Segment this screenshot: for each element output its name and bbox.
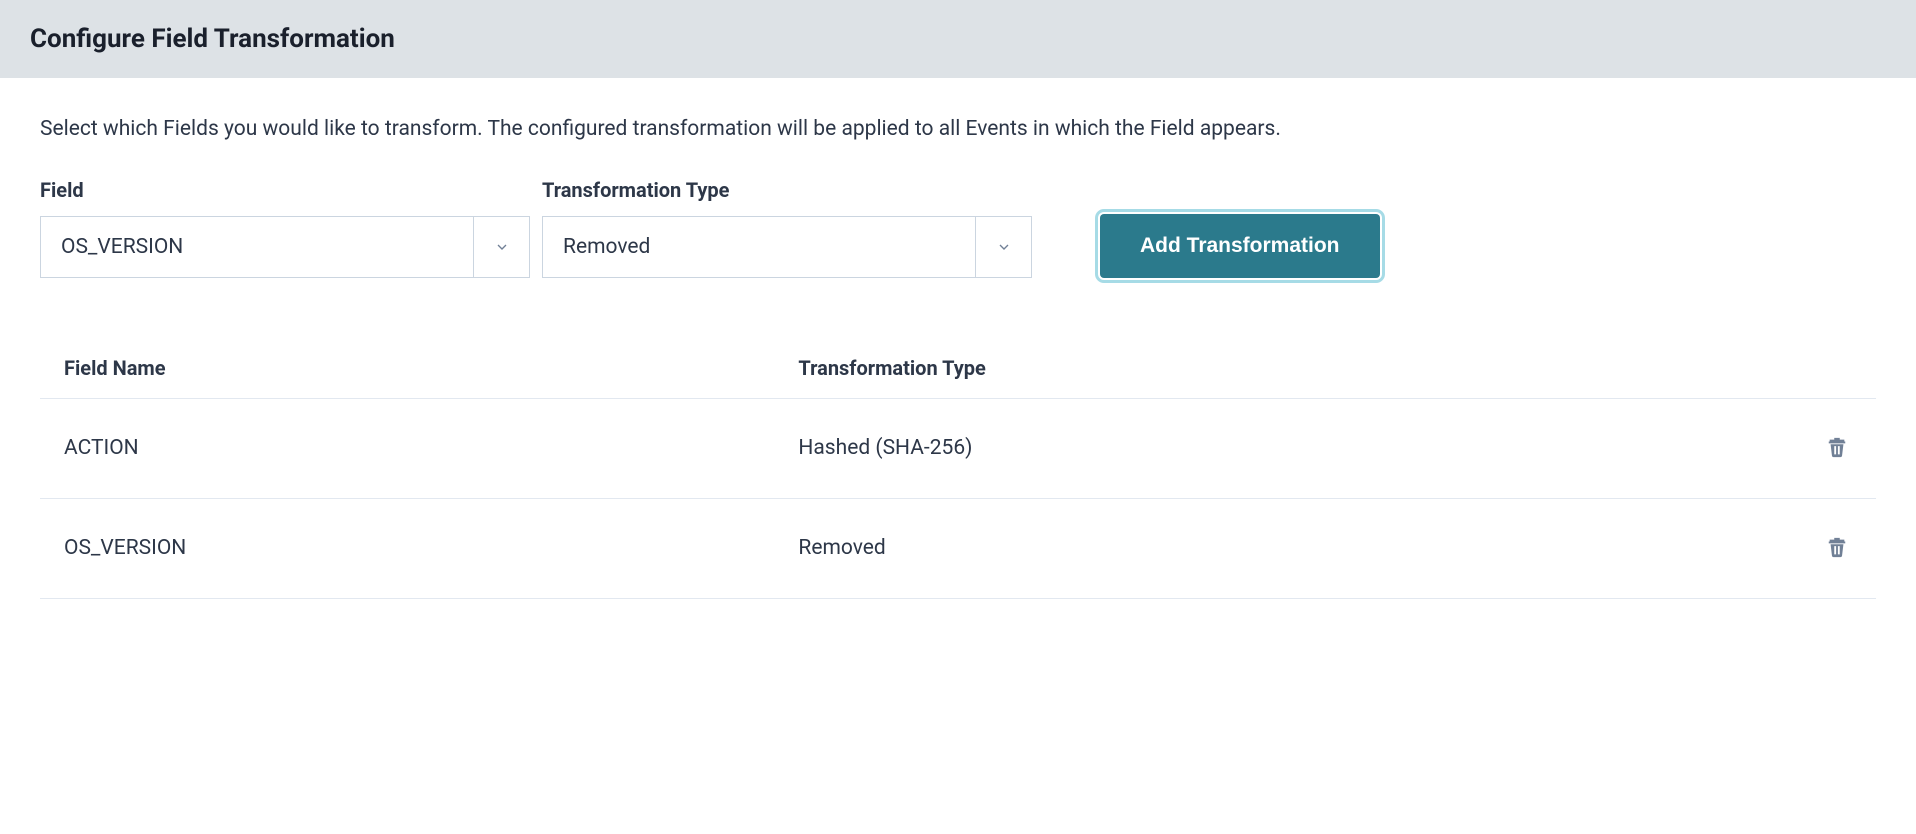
type-select-arrow bbox=[975, 217, 1031, 277]
trash-icon bbox=[1826, 435, 1848, 459]
content-area: Select which Fields you would like to tr… bbox=[0, 78, 1916, 635]
table-row: OS_VERSION Removed bbox=[40, 498, 1876, 598]
table-header-field-name: Field Name bbox=[40, 338, 774, 399]
cell-field-name: ACTION bbox=[40, 398, 774, 498]
cell-transformation-type: Removed bbox=[774, 498, 1692, 598]
description-text: Select which Fields you would like to tr… bbox=[40, 114, 1876, 146]
type-label: Transformation Type bbox=[542, 178, 1032, 202]
type-group: Transformation Type Removed bbox=[542, 178, 1032, 278]
cell-field-name: OS_VERSION bbox=[40, 498, 774, 598]
form-row: Field OS_VERSION Transformation Type Rem… bbox=[40, 178, 1876, 278]
delete-row-button[interactable] bbox=[1822, 531, 1852, 566]
field-label: Field bbox=[40, 178, 530, 202]
type-select-value: Removed bbox=[543, 235, 975, 259]
field-select-value: OS_VERSION bbox=[41, 235, 473, 259]
table-header-transformation-type: Transformation Type bbox=[774, 338, 1692, 399]
chevron-down-icon bbox=[996, 239, 1012, 255]
table-row: ACTION Hashed (SHA-256) bbox=[40, 398, 1876, 498]
add-transformation-button[interactable]: Add Transformation bbox=[1100, 214, 1380, 278]
type-select[interactable]: Removed bbox=[542, 216, 1032, 278]
field-select-arrow bbox=[473, 217, 529, 277]
chevron-down-icon bbox=[494, 239, 510, 255]
field-select[interactable]: OS_VERSION bbox=[40, 216, 530, 278]
transformations-table: Field Name Transformation Type ACTION Ha… bbox=[40, 338, 1876, 599]
trash-icon bbox=[1826, 535, 1848, 559]
delete-row-button[interactable] bbox=[1822, 431, 1852, 466]
table-header-actions bbox=[1692, 338, 1876, 399]
header-bar: Configure Field Transformation bbox=[0, 0, 1916, 78]
cell-transformation-type: Hashed (SHA-256) bbox=[774, 398, 1692, 498]
field-group: Field OS_VERSION bbox=[40, 178, 530, 278]
page-title: Configure Field Transformation bbox=[30, 24, 1886, 54]
